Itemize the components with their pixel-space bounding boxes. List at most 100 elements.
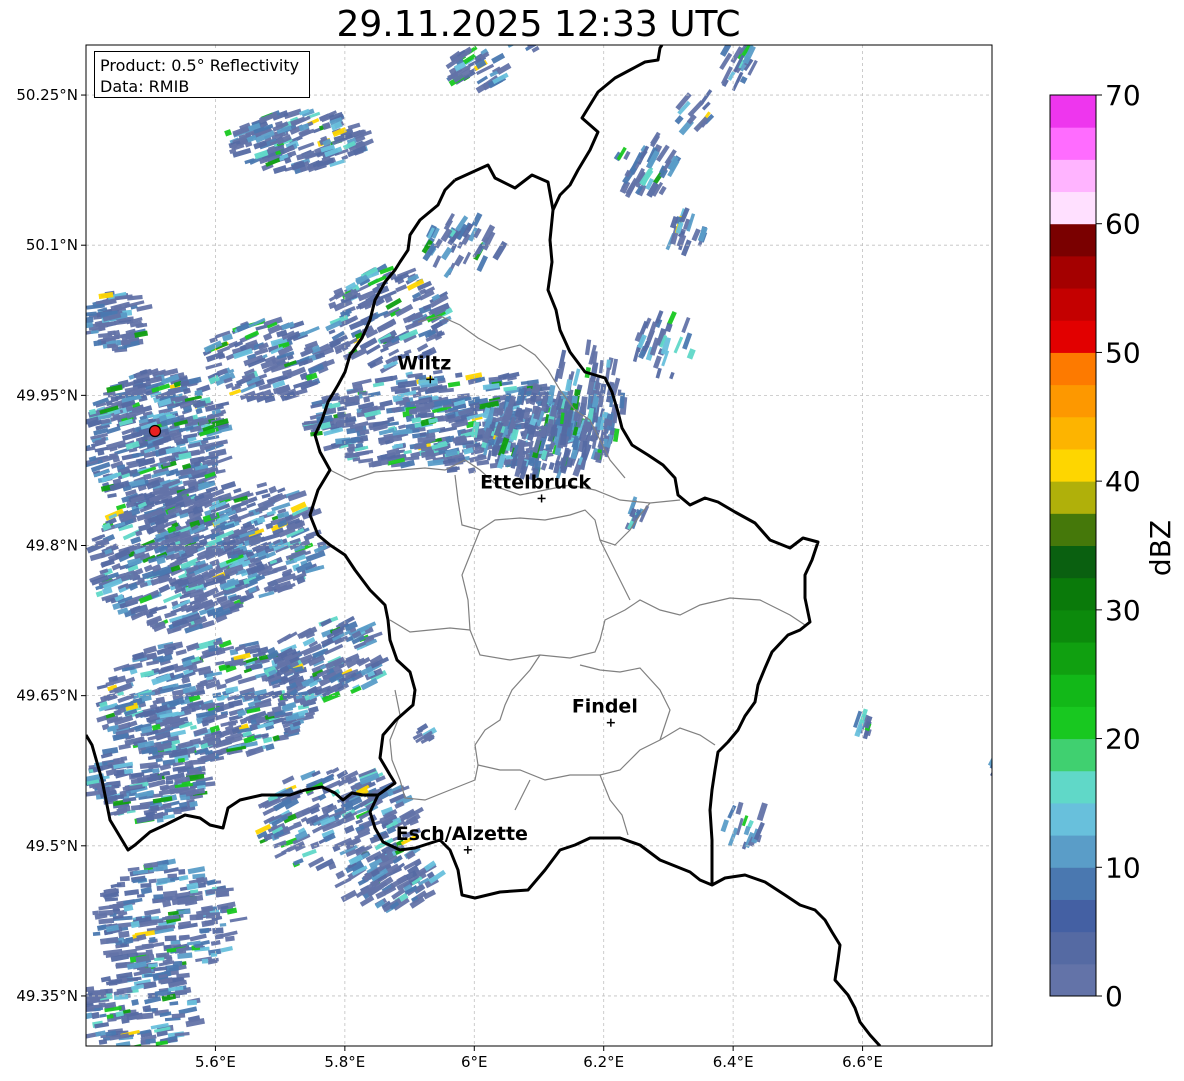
echo-cell [177,757,185,763]
echo-cell [337,411,345,418]
echo-cell [145,1047,155,1053]
colorbar-ticks: 0 10 20 30 40 50 60 70 [1096,79,1141,1013]
longitude-ticks: 5.6°E 5.8°E 6°E 6.2°E 6.4°E 6.6°E [195,1046,883,1071]
colorbar-swatches [1050,95,1096,997]
echo-cell [186,999,197,1006]
lon-tick-label: 6.6°E [842,1053,883,1071]
data-source-label: Data: RMIB [100,77,190,96]
lon-tick-label: 5.8°E [324,1053,365,1071]
echo-cell [178,948,187,954]
colorbar-swatch [1050,931,1096,965]
colorbar-label: dBZ [1144,520,1177,576]
lon-tick-label: 6°E [461,1053,488,1071]
colorbar-swatch [1050,448,1096,482]
echo-cell [145,1038,156,1044]
colorbar-swatch [1050,127,1096,160]
echo-cell [524,29,543,42]
echo-cell [178,869,186,875]
lat-tick-label: 50.25°N [16,86,78,104]
echo-cell [92,910,100,916]
city-label: Ettelbruck [480,471,591,493]
echo-cell [210,952,218,958]
product-label: Product: 0.5° Reflectivity [100,56,300,75]
echo-cell [219,923,227,927]
lat-tick-label: 49.8°N [26,537,78,555]
colorbar-swatch [1050,223,1096,257]
colorbar-swatch [1050,706,1096,740]
colorbar-swatch [1050,642,1096,675]
echo-cell [512,31,526,43]
echo-cell [117,805,126,812]
colorbar-swatch [1050,352,1096,386]
colorbar-swatch [1050,288,1096,321]
colorbar-tick-label: 10 [1105,851,1141,884]
echo-cell [71,1007,82,1014]
echo-cell [156,885,164,891]
colorbar-swatch [1050,963,1096,997]
product-info-box: Product: 0.5° Reflectivity Data: RMIB [94,51,310,98]
echo-cell [518,35,532,45]
echo-cell [111,344,119,352]
colorbar-swatch [1050,802,1096,836]
lon-tick-label: 6.2°E [583,1053,624,1071]
echo-cell [197,882,206,889]
colorbar-swatch [1050,384,1096,418]
colorbar-swatch [1050,513,1096,546]
echo-cell [348,443,355,448]
echo-cell [98,909,114,916]
colorbar-swatch [1050,191,1096,225]
colorbar-swatch [1050,835,1096,868]
colorbar-swatch [1050,95,1096,128]
echo-cell [204,919,218,925]
radar-map: WiltzEttelbruckFindelEsch/Alzette 5.6°E 5… [16,29,1177,1071]
colorbar-swatch [1050,416,1096,450]
echo-cell [201,958,209,964]
echo-cell [993,757,1001,769]
colorbar-swatch [1050,899,1096,933]
echo-cell [113,994,129,1001]
lat-tick-label: 49.95°N [16,386,78,404]
colorbar-swatch [1050,770,1096,804]
echo-cell [571,395,579,404]
colorbar-tick-label: 30 [1105,594,1141,627]
city-label: Wiltz [397,352,451,374]
echo-cell [86,316,94,324]
city-label: Esch/Alzette [396,823,528,845]
lat-tick-label: 49.5°N [26,837,78,855]
lat-tick-label: 50.1°N [26,236,78,254]
colorbar-swatch [1050,577,1096,611]
echo-cell [92,931,101,937]
colorbar-swatch [1050,255,1096,289]
colorbar-swatch [1050,738,1096,772]
echo-cell [119,876,130,882]
city-label: Findel [572,696,638,718]
colorbar-tick-label: 0 [1105,980,1123,1013]
echo-cell [107,330,116,336]
colorbar-swatch [1050,867,1096,900]
lon-tick-label: 6.4°E [713,1053,754,1071]
colorbar-swatch [1050,159,1096,193]
echo-cell [154,957,165,961]
lat-tick-label: 49.35°N [16,987,78,1005]
echo-cell [73,1013,80,1017]
map-plot-area[interactable]: Wiltz Ettelbruck Findel Esch/Alzette [71,29,1006,1053]
latitude-ticks: 49.35°N 49.5°N 49.65°N 49.8°N 49.95°N 50.1°N 5… [16,86,86,1005]
echo-cell [153,894,164,900]
colorbar-swatch [1050,320,1096,353]
lon-tick-label: 5.6°E [195,1053,236,1071]
echo-cell [149,936,156,943]
echo-cell [86,986,95,992]
echo-cell [993,746,1007,765]
colorbar-tick-label: 20 [1105,723,1141,756]
echo-cell [394,443,404,449]
echo-cell [212,927,224,935]
lat-tick-label: 49.65°N [16,687,78,705]
colorbar-swatch [1050,545,1096,579]
echo-cell [156,925,168,930]
echo-cell [164,935,177,942]
echo-cell [173,808,182,815]
colorbar-tick-label: 70 [1105,79,1141,112]
radar-site-marker[interactable] [148,424,162,438]
colorbar-swatch [1050,481,1096,514]
colorbar-swatch [1050,674,1096,707]
